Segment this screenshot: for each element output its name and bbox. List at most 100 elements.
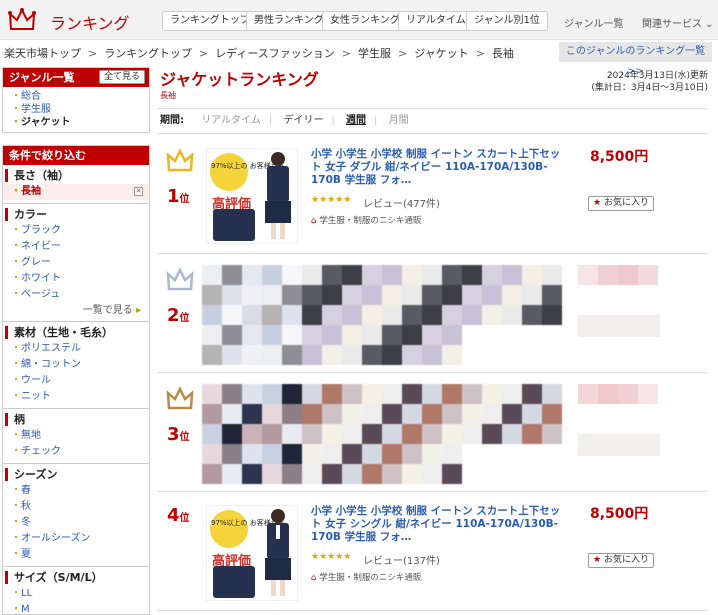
blur-pixel xyxy=(282,265,302,285)
related-services-link[interactable]: 関連サービス ⌄ xyxy=(642,15,714,30)
filter-item[interactable]: LL xyxy=(3,586,149,602)
filter-item[interactable]: 夏 xyxy=(3,547,149,563)
blur-pixel xyxy=(442,404,462,424)
breadcrumb-item[interactable]: ランキングトップ xyxy=(104,47,192,60)
filter-item[interactable]: 綿・コットン xyxy=(3,357,149,373)
filter-item[interactable]: ネイビー xyxy=(3,239,149,255)
blur-pixel xyxy=(302,424,322,444)
review-link[interactable]: レビュー(477件) xyxy=(363,195,440,210)
breadcrumb-item[interactable]: ジャケット xyxy=(414,47,468,60)
filter-item[interactable]: M xyxy=(3,602,149,614)
blur-pixel xyxy=(382,444,402,464)
blur-pixel xyxy=(462,464,482,484)
genre-ranking-list-button[interactable]: このジャンルのランキング一覧 >> xyxy=(559,42,712,77)
filter-item[interactable]: チェック xyxy=(3,444,149,460)
nav-realtime[interactable]: リアルタイム xyxy=(398,11,474,31)
filter-item[interactable]: ベージュ xyxy=(3,287,149,303)
product-image[interactable]: 97%以上の お客様から 高評価 xyxy=(206,505,298,601)
filter-item[interactable]: ホワイト xyxy=(3,271,149,287)
blur-pixel xyxy=(422,305,442,325)
blur-pixel xyxy=(222,444,242,464)
filter-group-title: サイズ（S/M/L） xyxy=(5,571,149,584)
filter-item[interactable]: 秋 xyxy=(3,499,149,515)
blur-pixel xyxy=(322,325,342,345)
breadcrumb-row: 楽天市場トップ > ランキングトップ > レディースファッション > 学生服 > ジャケット > 長… xyxy=(0,42,718,77)
blur-pixel xyxy=(342,265,362,285)
blur-pixel xyxy=(542,285,562,305)
blur-pixel xyxy=(542,404,562,424)
blur-pixel xyxy=(282,404,302,424)
blur-pixel xyxy=(502,345,522,365)
blur-pixel xyxy=(282,384,302,404)
tab-daily[interactable]: デイリー xyxy=(283,115,323,126)
filter-item-selected[interactable]: 長袖✕ xyxy=(3,184,149,200)
blur-pixel xyxy=(522,404,542,424)
filter-item[interactable]: オールシーズン xyxy=(3,531,149,547)
shop-name[interactable]: ⌂ 学生服・制服のニシキ通販 xyxy=(311,214,421,226)
favorite-button[interactable]: ★ お気に入り xyxy=(588,196,654,211)
breadcrumb-item[interactable]: 楽天市場トップ xyxy=(4,47,81,60)
filter-group-sleeve: 長さ（袖） 長袖✕ xyxy=(3,165,149,203)
blur-pixel xyxy=(362,325,382,345)
blur-pixel xyxy=(282,424,302,444)
blur-pixel xyxy=(202,444,222,464)
product-title[interactable]: 小学 小学生 小学校 制服 イートン スカート上下セット 女子 シングル 紺/ネ… xyxy=(311,505,563,544)
filter-item[interactable]: ニット xyxy=(3,389,149,405)
rank-number: 2位 xyxy=(167,305,190,326)
blur-pixel xyxy=(542,325,562,345)
product-image[interactable]: 97%以上の お客様から 高評価 xyxy=(206,148,298,244)
blur-pixel xyxy=(302,404,322,424)
ranking-item-2: 2位 xyxy=(158,257,708,373)
blur-pixel xyxy=(482,464,502,484)
blur-pixel xyxy=(262,345,282,365)
genre-item[interactable]: 学生服 xyxy=(3,103,149,116)
product-title[interactable]: 小学 小学生 小学校 制服 イートン スカート上下セット 女子 ダブル 紺/ネイ… xyxy=(311,148,563,187)
blurred-product[interactable] xyxy=(202,384,562,484)
blur-pixel xyxy=(542,345,562,365)
blurred-button[interactable] xyxy=(578,315,660,337)
blur-pixel xyxy=(242,325,262,345)
remove-filter-icon[interactable]: ✕ xyxy=(134,187,143,196)
nav-male-ranking[interactable]: 男性ランキング xyxy=(246,11,332,31)
view-list-link[interactable]: 一覧で見る xyxy=(3,303,149,318)
breadcrumb-item[interactable]: 学生服 xyxy=(358,47,391,60)
blur-pixel xyxy=(462,345,482,365)
site-title[interactable]: ランキング xyxy=(50,10,130,34)
blur-pixel xyxy=(482,285,502,305)
review-link[interactable]: レビュー(137件) xyxy=(363,552,440,567)
tab-weekly[interactable]: 週間 xyxy=(346,115,366,126)
filter-item[interactable]: ポリエステル xyxy=(3,341,149,357)
blurred-product[interactable] xyxy=(202,265,562,365)
blur-pixel xyxy=(302,444,322,464)
blur-pixel xyxy=(362,424,382,444)
genre-item[interactable]: 総合 xyxy=(3,90,149,103)
filter-item[interactable]: 無地 xyxy=(3,428,149,444)
filter-item[interactable]: 春 xyxy=(3,483,149,499)
blur-pixel xyxy=(322,384,342,404)
filter-item[interactable]: ブラック xyxy=(3,223,149,239)
filter-item[interactable]: グレー xyxy=(3,255,149,271)
filter-item[interactable]: 冬 xyxy=(3,515,149,531)
blur-pixel xyxy=(242,285,262,305)
nav-ranking-top[interactable]: ランキングトップ xyxy=(162,11,258,31)
breadcrumb-item[interactable]: 長袖 xyxy=(492,47,514,60)
favorite-button[interactable]: ★ お気に入り xyxy=(588,553,654,568)
filter-group-title: カラー xyxy=(5,208,149,221)
blurred-button[interactable] xyxy=(578,434,660,456)
silver-crown-icon xyxy=(166,267,194,291)
crown-logo-icon[interactable] xyxy=(8,7,36,33)
filter-panel-title: 条件で絞り込む xyxy=(3,146,149,165)
shop-name[interactable]: ⌂ 学生服・制服のニシキ通販 xyxy=(311,571,421,583)
nav-genre-first[interactable]: ジャンル別1位 xyxy=(466,11,548,31)
see-all-button[interactable]: 全て見る xyxy=(98,70,145,84)
tab-realtime[interactable]: リアルタイム xyxy=(201,115,261,126)
tab-monthly[interactable]: 月間 xyxy=(389,115,409,126)
blur-pixel xyxy=(382,305,402,325)
filter-item[interactable]: ウール xyxy=(3,373,149,389)
blur-pixel xyxy=(362,265,382,285)
genre-item-current[interactable]: ジャケット xyxy=(3,116,149,129)
genre-list-link[interactable]: ジャンル一覧 xyxy=(564,15,624,30)
blur-pixel xyxy=(362,464,382,484)
breadcrumb-item[interactable]: レディースファッション xyxy=(215,47,335,60)
nav-female-ranking[interactable]: 女性ランキング xyxy=(322,11,408,31)
